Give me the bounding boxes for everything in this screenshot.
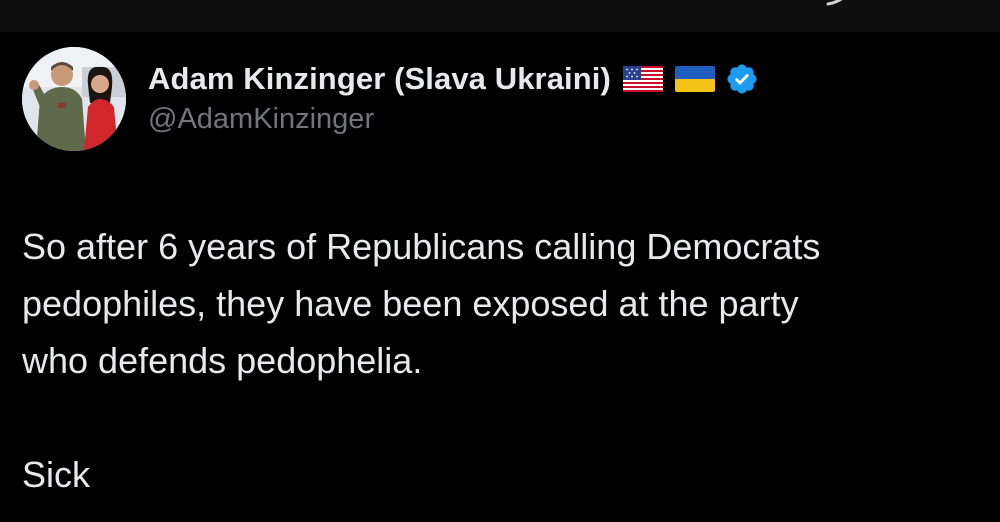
author-info: Adam Kinzinger (Slava Ukraini) @AdamKinz… — [148, 59, 759, 136]
verified-badge-icon[interactable] — [725, 62, 759, 96]
avatar-image — [22, 47, 126, 151]
avatar[interactable] — [22, 47, 126, 151]
top-bar — [0, 0, 1000, 32]
tweet-body: So after 6 years of Republicans calling … — [22, 226, 821, 495]
display-name[interactable]: Adam Kinzinger (Slava Ukraini) — [148, 61, 611, 97]
ukraine-flag-icon — [674, 66, 715, 92]
refresh-icon — [826, 0, 843, 6]
tweet-header: Adam Kinzinger (Slava Ukraini) @AdamKinz… — [22, 47, 759, 151]
author-handle[interactable]: @AdamKinzinger — [148, 103, 759, 136]
name-row: Adam Kinzinger (Slava Ukraini) — [148, 59, 759, 99]
us-flag-icon — [622, 66, 663, 92]
